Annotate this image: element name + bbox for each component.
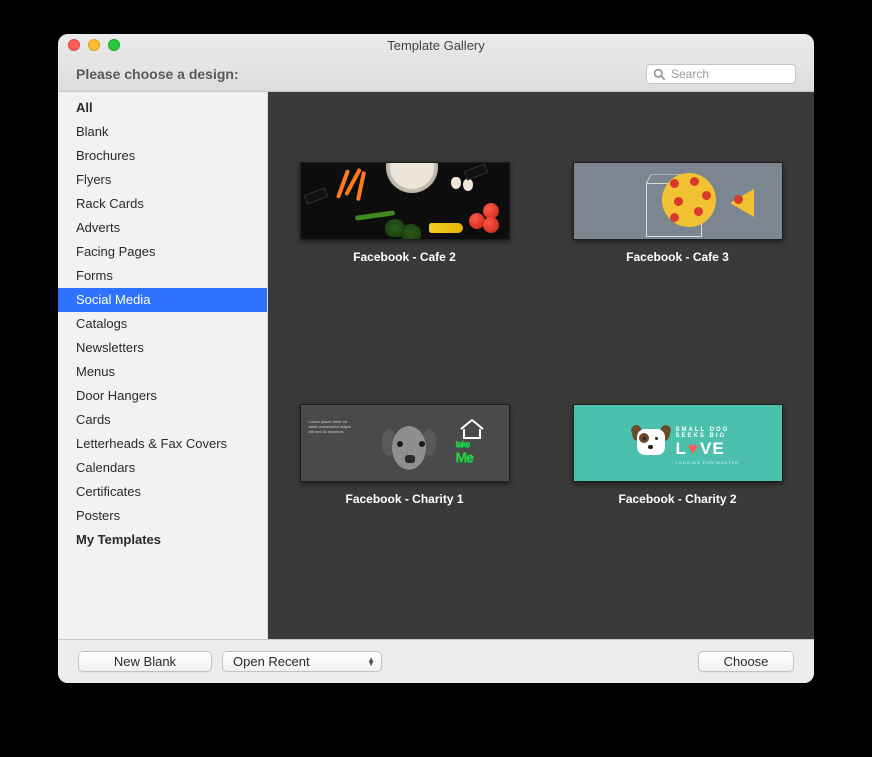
sidebar-item-certificates[interactable]: Certificates bbox=[58, 480, 267, 504]
search-input[interactable] bbox=[669, 66, 789, 82]
sidebar-item-forms[interactable]: Forms bbox=[58, 264, 267, 288]
sidebar-item-newsletters[interactable]: Newsletters bbox=[58, 336, 267, 360]
template-gallery-window: Template Gallery Please choose a design:… bbox=[58, 34, 814, 683]
sidebar-item-brochures[interactable]: Brochures bbox=[58, 144, 267, 168]
sidebar-item-rack-cards[interactable]: Rack Cards bbox=[58, 192, 267, 216]
sidebar-item-social-media[interactable]: Social Media bbox=[58, 288, 267, 312]
template-thumbnail-charity2: SMALL DOG SEEKS BIG L ♥ VE LOOKING FOR M… bbox=[573, 404, 783, 482]
template-label: Facebook - Charity 1 bbox=[345, 492, 463, 506]
house-icon bbox=[459, 419, 485, 439]
minimize-window-button[interactable] bbox=[88, 39, 100, 51]
traffic-lights bbox=[68, 39, 120, 51]
window-title: Template Gallery bbox=[58, 38, 814, 53]
template-label: Facebook - Cafe 3 bbox=[626, 250, 729, 264]
sidebar-item-facing-pages[interactable]: Facing Pages bbox=[58, 240, 267, 264]
template-thumbnail-cafe2 bbox=[300, 162, 510, 240]
sidebar-item-adverts[interactable]: Adverts bbox=[58, 216, 267, 240]
close-window-button[interactable] bbox=[68, 39, 80, 51]
template-item[interactable]: Facebook - Cafe 3 bbox=[561, 162, 794, 264]
template-item[interactable]: SMALL DOG SEEKS BIG L ♥ VE LOOKING FOR M… bbox=[561, 404, 794, 506]
footer: New Blank Open Recent ▲▼ Choose bbox=[58, 639, 814, 683]
heart-icon: ♥ bbox=[688, 439, 699, 459]
open-recent-label: Open Recent bbox=[233, 654, 310, 669]
sidebar-item-cards[interactable]: Cards bbox=[58, 408, 267, 432]
category-sidebar: AllBlankBrochuresFlyersRack CardsAdverts… bbox=[58, 92, 268, 639]
sidebar-item-blank[interactable]: Blank bbox=[58, 120, 267, 144]
chevron-updown-icon: ▲▼ bbox=[367, 658, 375, 666]
search-field[interactable] bbox=[646, 64, 796, 84]
template-item[interactable]: Facebook - Cafe 2 bbox=[288, 162, 521, 264]
template-label: Facebook - Cafe 2 bbox=[353, 250, 456, 264]
template-label: Facebook - Charity 2 bbox=[618, 492, 736, 506]
body: AllBlankBrochuresFlyersRack CardsAdverts… bbox=[58, 92, 814, 639]
sidebar-item-posters[interactable]: Posters bbox=[58, 504, 267, 528]
search-icon bbox=[653, 68, 665, 80]
sidebar-item-flyers[interactable]: Flyers bbox=[58, 168, 267, 192]
template-gallery[interactable]: Facebook - Cafe 2 bbox=[268, 92, 814, 639]
sidebar-item-all[interactable]: All bbox=[58, 96, 267, 120]
choose-button[interactable]: Choose bbox=[698, 651, 794, 672]
sidebar-item-menus[interactable]: Menus bbox=[58, 360, 267, 384]
new-blank-button[interactable]: New Blank bbox=[78, 651, 212, 672]
template-thumbnail-cafe3 bbox=[573, 162, 783, 240]
sidebar-item-door-hangers[interactable]: Door Hangers bbox=[58, 384, 267, 408]
sidebar-item-letterheads-fax-covers[interactable]: Letterheads & Fax Covers bbox=[58, 432, 267, 456]
titlebar: Template Gallery bbox=[58, 34, 814, 56]
gallery-grid: Facebook - Cafe 2 bbox=[288, 112, 794, 506]
sidebar-item-calendars[interactable]: Calendars bbox=[58, 456, 267, 480]
open-recent-select[interactable]: Open Recent ▲▼ bbox=[222, 651, 382, 672]
sidebar-item-catalogs[interactable]: Catalogs bbox=[58, 312, 267, 336]
template-thumbnail-charity1: Lorem ipsum dolor sit amet consectetur a… bbox=[300, 404, 510, 482]
toolbar: Please choose a design: bbox=[58, 56, 814, 92]
sidebar-item-my-templates[interactable]: My Templates bbox=[58, 528, 267, 552]
choose-design-prompt: Please choose a design: bbox=[76, 66, 646, 82]
fullscreen-window-button[interactable] bbox=[108, 39, 120, 51]
template-item[interactable]: Lorem ipsum dolor sit amet consectetur a… bbox=[288, 404, 521, 506]
